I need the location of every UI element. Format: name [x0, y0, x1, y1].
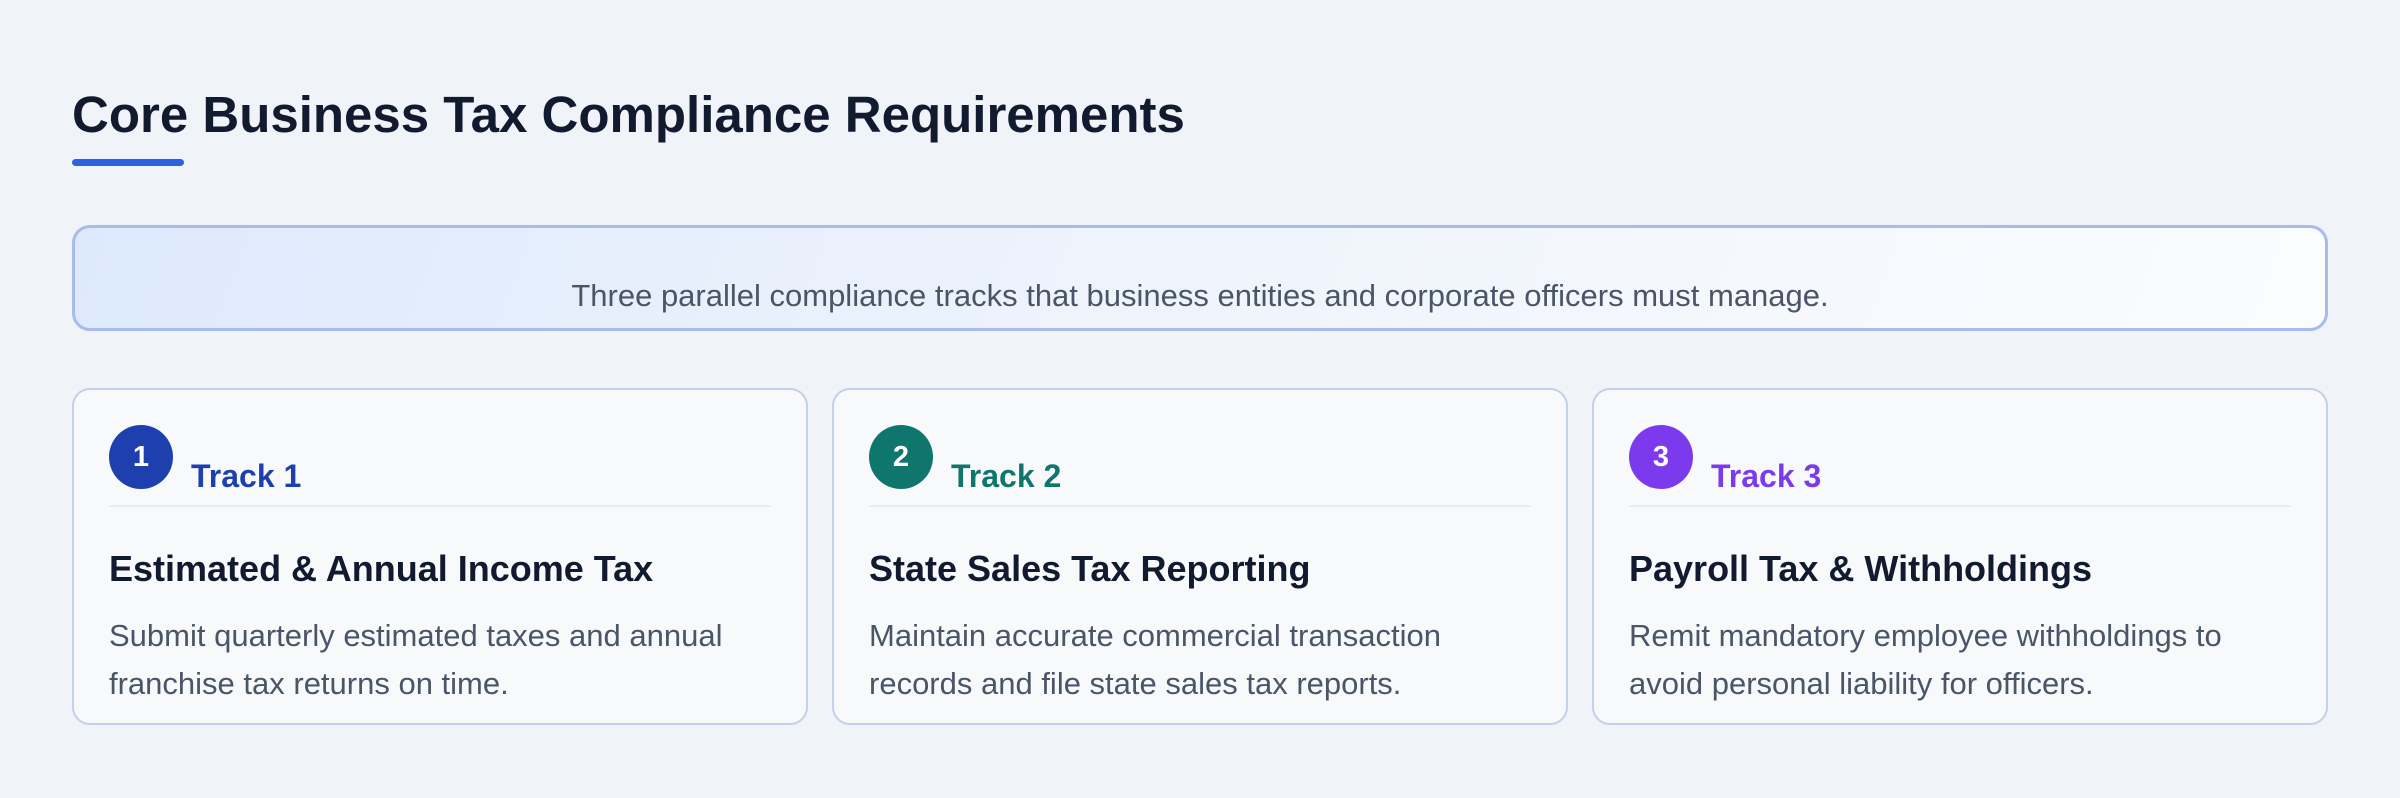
track-divider [869, 505, 1531, 507]
track-title: Payroll Tax & Withholdings [1629, 548, 2093, 589]
track-label: Track 1 [191, 458, 302, 494]
track-label: Track 3 [1711, 458, 1822, 494]
track-number-badge: 3 [1629, 425, 1693, 489]
intro-banner: Three parallel compliance tracks that bu… [72, 225, 2328, 331]
track-label: Track 2 [951, 458, 1062, 494]
track-divider [109, 505, 771, 507]
page-title: Core Business Tax Compliance Requirement… [72, 86, 1185, 143]
track-description: Remit mandatory employee withholdings to… [1629, 618, 2222, 701]
track-number-badge: 1 [109, 425, 173, 489]
track-card-3: 3 Track 3 Payroll Tax & Withholdings Rem… [1592, 388, 2328, 725]
track-cards: 1 Track 1 Estimated & Annual Income Tax … [72, 388, 2328, 725]
track-description: Maintain accurate commercial transaction… [869, 618, 1442, 701]
track-card-2: 2 Track 2 State Sales Tax Reporting Main… [832, 388, 1568, 725]
track-card-1: 1 Track 1 Estimated & Annual Income Tax … [72, 388, 808, 725]
title-underline [72, 159, 184, 166]
track-description: Submit quarterly estimated taxes and ann… [109, 618, 723, 701]
track-number-badge: 2 [869, 425, 933, 489]
track-title: Estimated & Annual Income Tax [109, 548, 654, 589]
intro-text: Three parallel compliance tracks that bu… [571, 278, 1829, 313]
track-title: State Sales Tax Reporting [869, 548, 1311, 589]
track-divider [1629, 505, 2291, 507]
